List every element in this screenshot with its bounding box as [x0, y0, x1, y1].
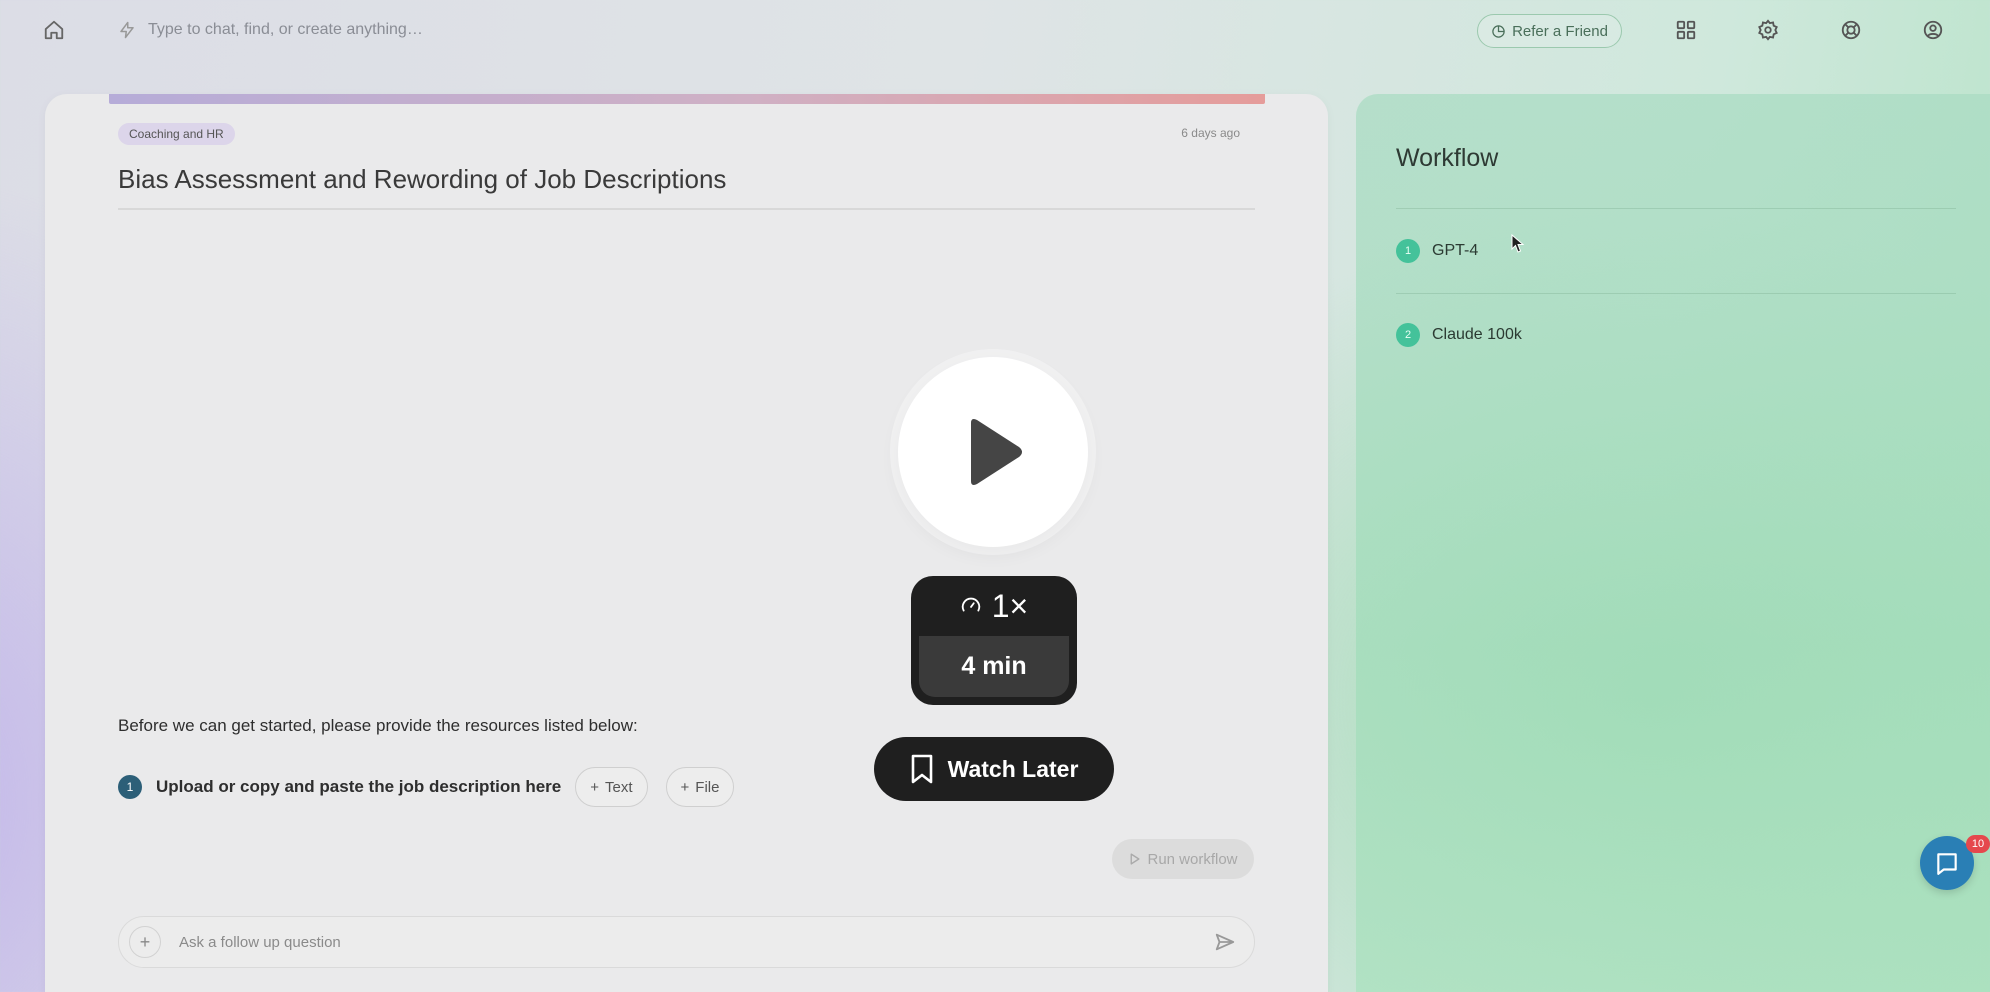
- resources-prompt: Before we can get started, please provid…: [118, 716, 638, 735]
- attach-button[interactable]: +: [129, 926, 161, 958]
- watch-later-label: Watch Later: [947, 755, 1079, 782]
- plus-icon: +: [680, 778, 690, 796]
- add-text-button[interactable]: + Text: [575, 767, 648, 807]
- workflow-step[interactable]: 1 GPT-4: [1396, 239, 1478, 263]
- workflow-panel: Workflow 1 GPT-4 2 Claude 100k: [1356, 94, 1990, 992]
- help-icon: [1841, 20, 1861, 40]
- home-button[interactable]: [40, 16, 68, 44]
- add-file-button[interactable]: + File: [665, 767, 735, 807]
- card-accent-bar: [109, 94, 1265, 104]
- title-divider: [118, 208, 1255, 210]
- refer-icon: [1492, 24, 1505, 38]
- run-workflow-label: Run workflow: [1147, 850, 1238, 868]
- plus-icon: +: [139, 931, 151, 952]
- play-icon: [971, 419, 1022, 485]
- timestamp: 6 days ago: [1181, 126, 1240, 140]
- grid-icon: [1676, 20, 1696, 40]
- watch-later-button[interactable]: Watch Later: [874, 737, 1114, 801]
- resource-step-number: 1: [118, 775, 142, 799]
- workflow-step-number: 2: [1396, 323, 1420, 347]
- plus-icon: +: [590, 778, 599, 796]
- run-workflow-button[interactable]: Run workflow: [1112, 839, 1254, 879]
- workflow-step-number: 1: [1396, 239, 1420, 263]
- play-video-button[interactable]: [898, 357, 1088, 547]
- home-icon: [44, 20, 64, 40]
- playback-info[interactable]: 1× 4 min: [911, 576, 1077, 705]
- bookmark-icon: [911, 754, 932, 784]
- send-icon: [1215, 933, 1235, 951]
- send-button[interactable]: [1210, 927, 1240, 957]
- workflow-title: Workflow: [1396, 144, 1499, 172]
- play-outline-icon: [1131, 853, 1140, 865]
- bolt-icon: [120, 21, 134, 39]
- playback-speed: 1×: [991, 587, 1029, 624]
- category-badge[interactable]: Coaching and HR: [118, 123, 235, 145]
- chat-icon: [1937, 853, 1957, 875]
- video-duration: 4 min: [919, 636, 1069, 697]
- followup-bar: +: [118, 916, 1255, 968]
- add-text-label: Text: [605, 778, 633, 796]
- apps-button[interactable]: [1672, 16, 1700, 44]
- workflow-divider: [1396, 208, 1956, 209]
- playback-speed-control[interactable]: 1×: [911, 576, 1077, 636]
- account-button[interactable]: [1919, 16, 1947, 44]
- resource-label: Upload or copy and paste the job descrip…: [156, 777, 562, 796]
- settings-icon: [1758, 19, 1778, 41]
- top-bar: Refer a Friend: [0, 0, 1990, 60]
- chat-notification-badge: 10: [1966, 835, 1990, 853]
- resource-item: 1 Upload or copy and paste the job descr…: [118, 767, 752, 807]
- refer-friend-label: Refer a Friend: [1512, 22, 1608, 40]
- help-button[interactable]: [1837, 16, 1865, 44]
- followup-input[interactable]: [179, 933, 1210, 951]
- account-icon: [1923, 20, 1943, 40]
- page-title: Bias Assessment and Rewording of Job Des…: [118, 164, 727, 194]
- workflow-step[interactable]: 2 Claude 100k: [1396, 323, 1522, 347]
- refer-friend-button[interactable]: Refer a Friend: [1477, 14, 1622, 48]
- command-input[interactable]: [148, 21, 568, 39]
- speedometer-icon: [961, 597, 980, 612]
- workflow-step-label: Claude 100k: [1432, 326, 1522, 343]
- settings-button[interactable]: [1754, 16, 1782, 44]
- mouse-cursor-icon: [1511, 234, 1525, 253]
- workflow-step-label: GPT-4: [1432, 242, 1479, 259]
- command-bar[interactable]: [118, 16, 568, 44]
- workflow-detail-card: Coaching and HR 6 days ago Bias Assessme…: [45, 94, 1328, 992]
- workflow-divider: [1396, 293, 1956, 294]
- add-file-label: File: [695, 778, 720, 796]
